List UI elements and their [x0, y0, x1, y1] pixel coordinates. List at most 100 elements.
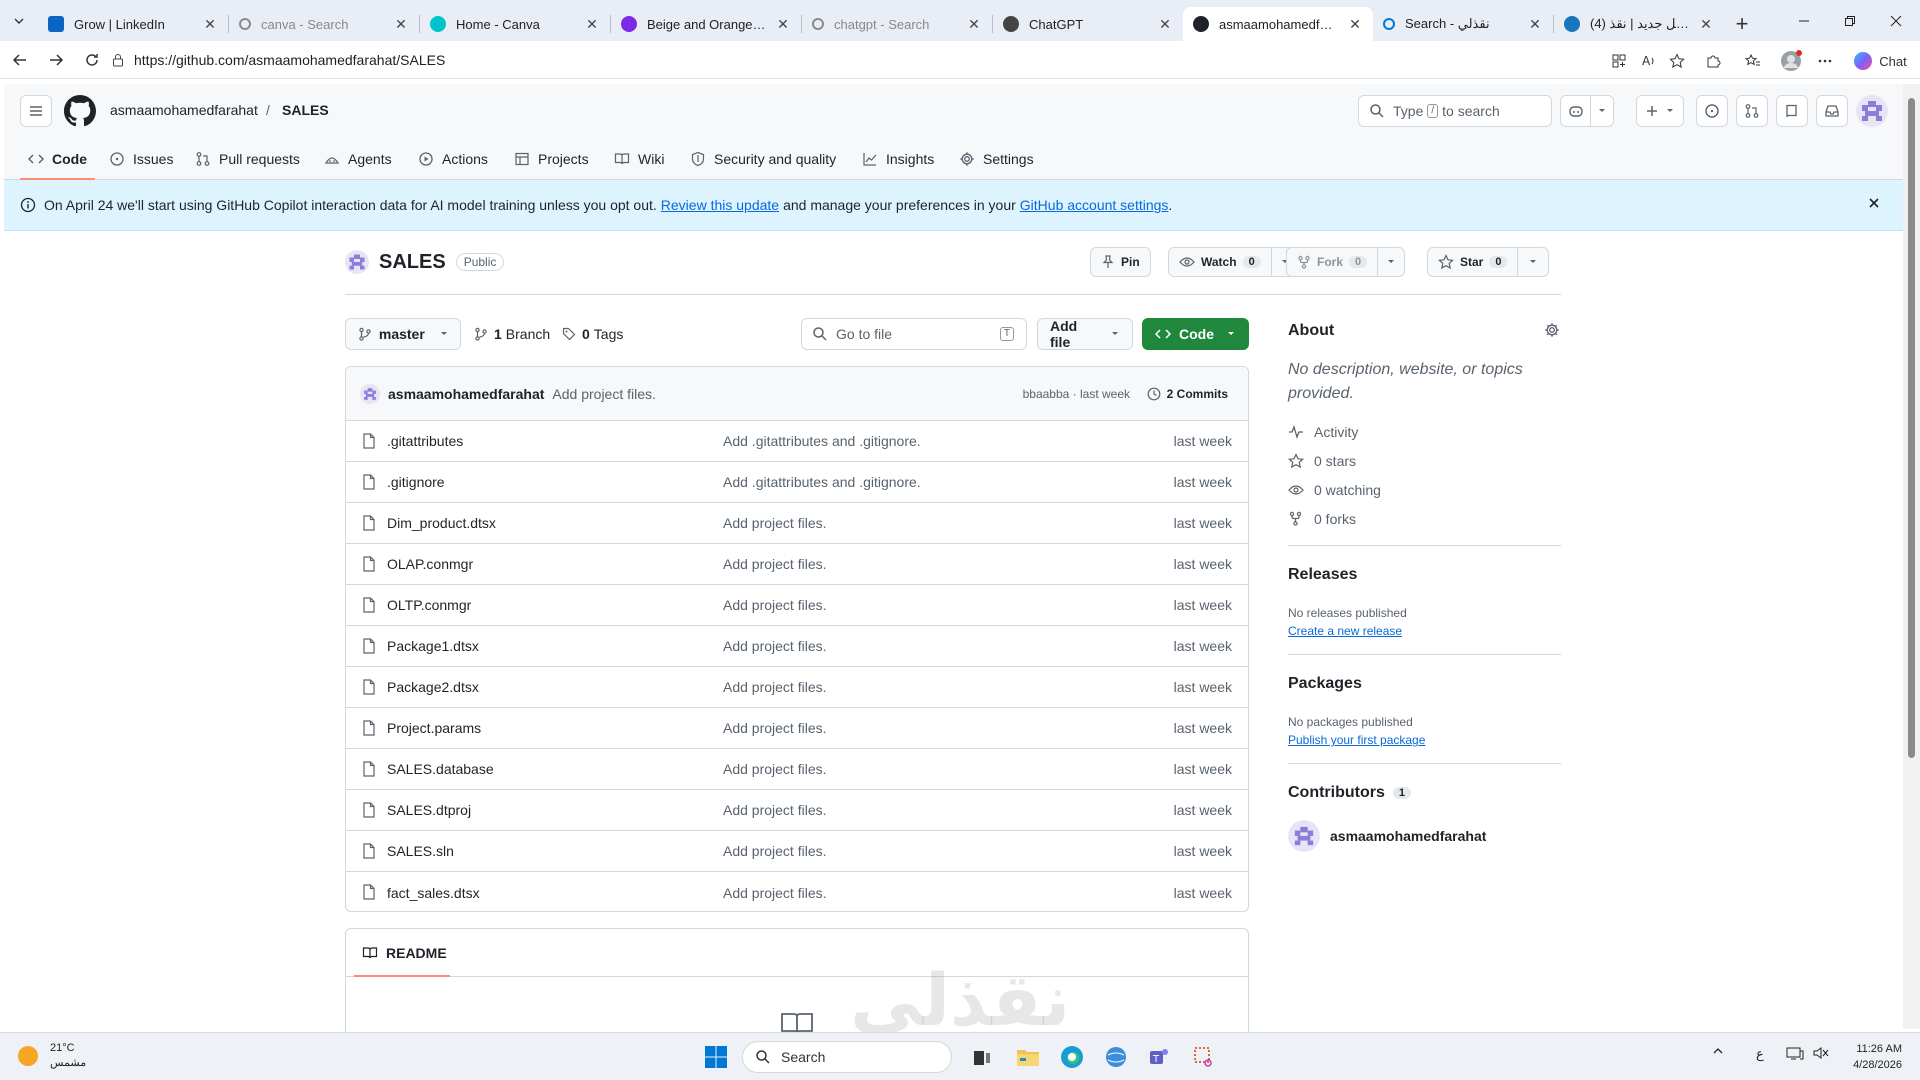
profile-icon[interactable] [1778, 48, 1804, 74]
browser-app-icon[interactable] [1102, 1043, 1130, 1071]
file-row[interactable]: Dim_product.dtsx Add project files. last w… [346, 503, 1248, 544]
file-commit-message[interactable]: Add project files. [723, 843, 827, 859]
taskbar-search[interactable]: Search [742, 1041, 952, 1073]
browser-tab[interactable]: Search - نقذلي ✕ [1373, 7, 1553, 41]
url-field[interactable]: https://github.com/asmaamohamedfarahat/S… [112, 45, 1572, 75]
file-commit-message[interactable]: Add project files. [723, 720, 827, 736]
commits-link[interactable]: 2 Commits [1147, 387, 1228, 401]
input-language[interactable]: ع [1756, 1046, 1764, 1062]
browser-tab[interactable]: chatgpt - Search ✕ [802, 7, 992, 41]
file-row[interactable]: fact_sales.dtsx Add project files. last we… [346, 872, 1248, 911]
close-banner-icon[interactable] [1867, 196, 1881, 210]
contributors-heading[interactable]: Contributors 1 [1288, 784, 1411, 802]
nav-tab-code[interactable]: Code [20, 138, 95, 180]
file-row[interactable]: Project.params Add project files. last wee… [346, 708, 1248, 749]
file-name[interactable]: Project.params [387, 720, 481, 736]
file-name[interactable]: .gitignore [387, 474, 445, 490]
inbox-button[interactable] [1816, 95, 1848, 127]
file-row[interactable]: SALES.database Add project files. last wee… [346, 749, 1248, 790]
add-file-button[interactable]: Add file [1037, 318, 1133, 350]
close-tab-icon[interactable]: ✕ [775, 16, 791, 33]
file-commit-message[interactable]: Add project files. [723, 597, 827, 613]
scrollbar-thumb[interactable] [1908, 98, 1915, 758]
file-commit-message[interactable]: Add project files. [723, 761, 827, 777]
star-dropdown[interactable] [1517, 248, 1548, 276]
file-name[interactable]: SALES.dtproj [387, 802, 471, 818]
menu-button[interactable] [20, 95, 52, 127]
file-row[interactable]: SALES.dtproj Add project files. last week [346, 790, 1248, 831]
lock-icon[interactable] [112, 53, 124, 67]
network-icon[interactable] [1786, 1045, 1804, 1061]
repositories-button[interactable] [1776, 95, 1808, 127]
file-name[interactable]: SALES.database [387, 761, 494, 777]
nav-tab-wiki[interactable]: Wiki [614, 138, 664, 180]
close-window-icon[interactable] [1872, 0, 1920, 41]
code-button[interactable]: Code [1142, 318, 1249, 350]
watch-button[interactable]: Watch 0 [1168, 247, 1299, 277]
copilot-chat-button[interactable]: Chat [1850, 50, 1910, 72]
packages-heading[interactable]: Packages [1288, 675, 1362, 693]
tags-link[interactable]: 0 Tags [562, 318, 623, 350]
file-name[interactable]: fact_sales.dtsx [387, 885, 480, 901]
github-logo-icon[interactable] [64, 95, 96, 127]
account-settings-link[interactable]: GitHub account settings [1020, 197, 1169, 213]
commit-message[interactable]: Add project files. [552, 386, 656, 402]
issues-button[interactable] [1696, 95, 1728, 127]
file-name[interactable]: OLAP.conmgr [387, 556, 473, 572]
close-tab-icon[interactable]: ✕ [393, 16, 409, 33]
nav-tab-pull-requests[interactable]: Pull requests [195, 138, 300, 180]
file-name[interactable]: Dim_product.dtsx [387, 515, 496, 531]
new-tab-button[interactable]: + [1724, 7, 1760, 41]
file-row[interactable]: .gitignore Add .gitattributes and .gitign… [346, 462, 1248, 503]
file-name[interactable]: Package1.dtsx [387, 638, 479, 654]
go-to-file-input[interactable]: Go to file T [801, 318, 1027, 350]
more-options-icon[interactable] [1814, 50, 1836, 72]
file-name[interactable]: Package2.dtsx [387, 679, 479, 695]
file-commit-message[interactable]: Add project files. [723, 802, 827, 818]
pin-button[interactable]: Pin [1090, 247, 1151, 277]
browser-tab[interactable]: Beige and Orange Mode ✕ [611, 7, 801, 41]
copilot-button[interactable] [1560, 95, 1614, 127]
nav-tab-issues[interactable]: Issues [109, 138, 173, 180]
star-button[interactable]: Star 0 [1427, 247, 1550, 277]
owner-avatar[interactable] [345, 250, 369, 274]
file-row[interactable]: Package1.dtsx Add project files. last week [346, 626, 1248, 667]
forks-link[interactable]: 0 forks [1288, 511, 1356, 527]
contributor-avatar[interactable] [1288, 820, 1320, 852]
system-clock[interactable]: 11:26 AM 4/28/2026 [1853, 1041, 1902, 1073]
publish-package-link[interactable]: Publish your first package [1288, 733, 1425, 747]
snipping-tool-icon[interactable] [1190, 1043, 1218, 1071]
pull-requests-button[interactable] [1736, 95, 1768, 127]
browser-tab[interactable]: Grow | LinkedIn ✕ [38, 7, 228, 41]
create-new-button[interactable] [1636, 95, 1684, 127]
file-commit-message[interactable]: Add project files. [723, 515, 827, 531]
contributor-item[interactable]: asmaamohamedfarahat [1288, 820, 1486, 852]
github-search-input[interactable]: Type / to search [1358, 95, 1552, 127]
review-update-link[interactable]: Review this update [661, 197, 779, 213]
tab-actions-menu-icon[interactable] [0, 0, 38, 41]
create-release-link[interactable]: Create a new release [1288, 624, 1402, 638]
fork-dropdown[interactable] [1377, 248, 1404, 276]
close-tab-icon[interactable]: ✕ [1347, 16, 1363, 33]
close-tab-icon[interactable]: ✕ [202, 16, 218, 33]
close-tab-icon[interactable]: ✕ [584, 16, 600, 33]
nav-tab-actions[interactable]: Actions [418, 138, 488, 180]
close-tab-icon[interactable]: ✕ [1527, 16, 1543, 33]
stars-link[interactable]: 0 stars [1288, 453, 1356, 469]
branches-link[interactable]: 1 Branch [474, 318, 550, 350]
nav-tab-settings[interactable]: Settings [959, 138, 1034, 180]
show-hidden-icons[interactable] [1712, 1045, 1724, 1057]
weather-widget[interactable]: 21°C مشمس [18, 1041, 86, 1071]
commit-author-avatar[interactable] [360, 383, 380, 404]
file-name[interactable]: .gitattributes [387, 433, 463, 449]
file-commit-message[interactable]: Add project files. [723, 638, 827, 654]
breadcrumb-repo[interactable]: SALES [282, 102, 329, 118]
teams-icon[interactable]: T [1145, 1043, 1173, 1071]
file-row[interactable]: OLAP.conmgr Add project files. last week [346, 544, 1248, 585]
task-view-icon[interactable] [968, 1043, 996, 1071]
file-explorer-icon[interactable] [1014, 1043, 1042, 1071]
edge-browser-icon[interactable] [1058, 1043, 1086, 1071]
close-tab-icon[interactable]: ✕ [1157, 16, 1173, 33]
windows-start-icon[interactable] [702, 1043, 730, 1071]
read-aloud-icon[interactable]: A [1638, 50, 1660, 72]
